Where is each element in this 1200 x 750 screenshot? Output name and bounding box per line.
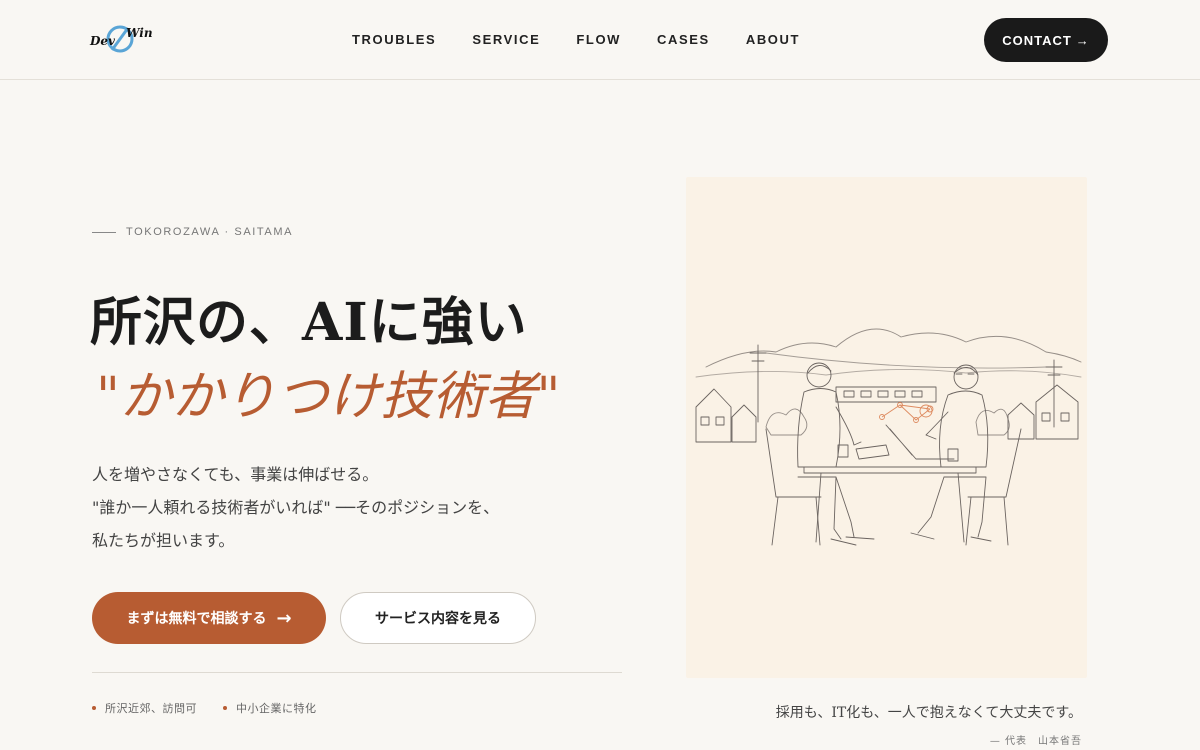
lead-line-3: 私たちが担います。 bbox=[92, 531, 235, 550]
nav-about[interactable]: ABOUT bbox=[746, 32, 800, 47]
free-consultation-button[interactable]: まずは無料で相談する → bbox=[92, 592, 326, 644]
eyebrow-line bbox=[92, 231, 116, 233]
eyebrow: TOKOROZAWA · SAITAMA bbox=[92, 226, 293, 238]
logo[interactable]: Dev Win bbox=[90, 20, 156, 58]
nav-flow[interactable]: FLOW bbox=[576, 32, 621, 47]
bullet-text: 中小企業に特化 bbox=[236, 702, 317, 715]
arrow-right-icon: → bbox=[276, 607, 292, 629]
view-services-label: サービス内容を見る bbox=[375, 611, 501, 627]
bullet-dot-icon bbox=[223, 706, 227, 710]
eyebrow-text: TOKOROZAWA · SAITAMA bbox=[126, 226, 294, 238]
logo-text-right: Win bbox=[126, 26, 153, 40]
meeting-sketch-icon bbox=[695, 328, 1082, 546]
site-header: Dev Win TROUBLES SERVICE FLOW CASES ABOU… bbox=[0, 0, 1200, 80]
nav-service[interactable]: SERVICE bbox=[472, 32, 540, 47]
representative-quote: 採用も、IT化も、一人で抱えなくて大丈夫です。 bbox=[775, 705, 1082, 721]
contact-button[interactable]: CONTACT → bbox=[984, 18, 1108, 62]
hero-illustration bbox=[686, 177, 1087, 678]
bullet-text: 所沢近郊、訪問可 bbox=[105, 702, 197, 715]
arrow-right-icon: → bbox=[1075, 32, 1090, 48]
logo-text-left: Dev bbox=[90, 34, 116, 48]
lead-line-2: "誰か一人頼れる技術者がいれば" ──そのポジションを、 bbox=[92, 498, 500, 517]
free-consultation-label: まずは無料で相談する bbox=[126, 611, 267, 627]
lead-text: 人を増やさなくても、事業は伸ばせる。 "誰か一人頼れる技術者がいれば" ──その… bbox=[92, 458, 632, 557]
headline-line-1: 所沢の、AIに強い bbox=[90, 292, 528, 353]
quote-attribution: — 代表 山本省吾 bbox=[989, 736, 1082, 747]
main-nav: TROUBLES SERVICE FLOW CASES ABOUT bbox=[352, 32, 836, 47]
bullet-item: 中小企業に特化 bbox=[223, 700, 317, 716]
view-services-button[interactable]: サービス内容を見る bbox=[340, 592, 536, 644]
contact-label: CONTACT bbox=[1002, 32, 1072, 48]
lead-line-1: 人を増やさなくても、事業は伸ばせる。 bbox=[92, 465, 379, 484]
bullet-item: 所沢近郊、訪問可 bbox=[92, 700, 197, 716]
nav-cases[interactable]: CASES bbox=[657, 32, 710, 47]
bullet-dot-icon bbox=[92, 706, 96, 710]
feature-bullets: 所沢近郊、訪問可 中小企業に特化 bbox=[92, 700, 317, 716]
nav-troubles[interactable]: TROUBLES bbox=[352, 32, 436, 47]
headline-line-2: "かかりつけ技術者" bbox=[96, 367, 561, 427]
divider bbox=[92, 672, 622, 673]
